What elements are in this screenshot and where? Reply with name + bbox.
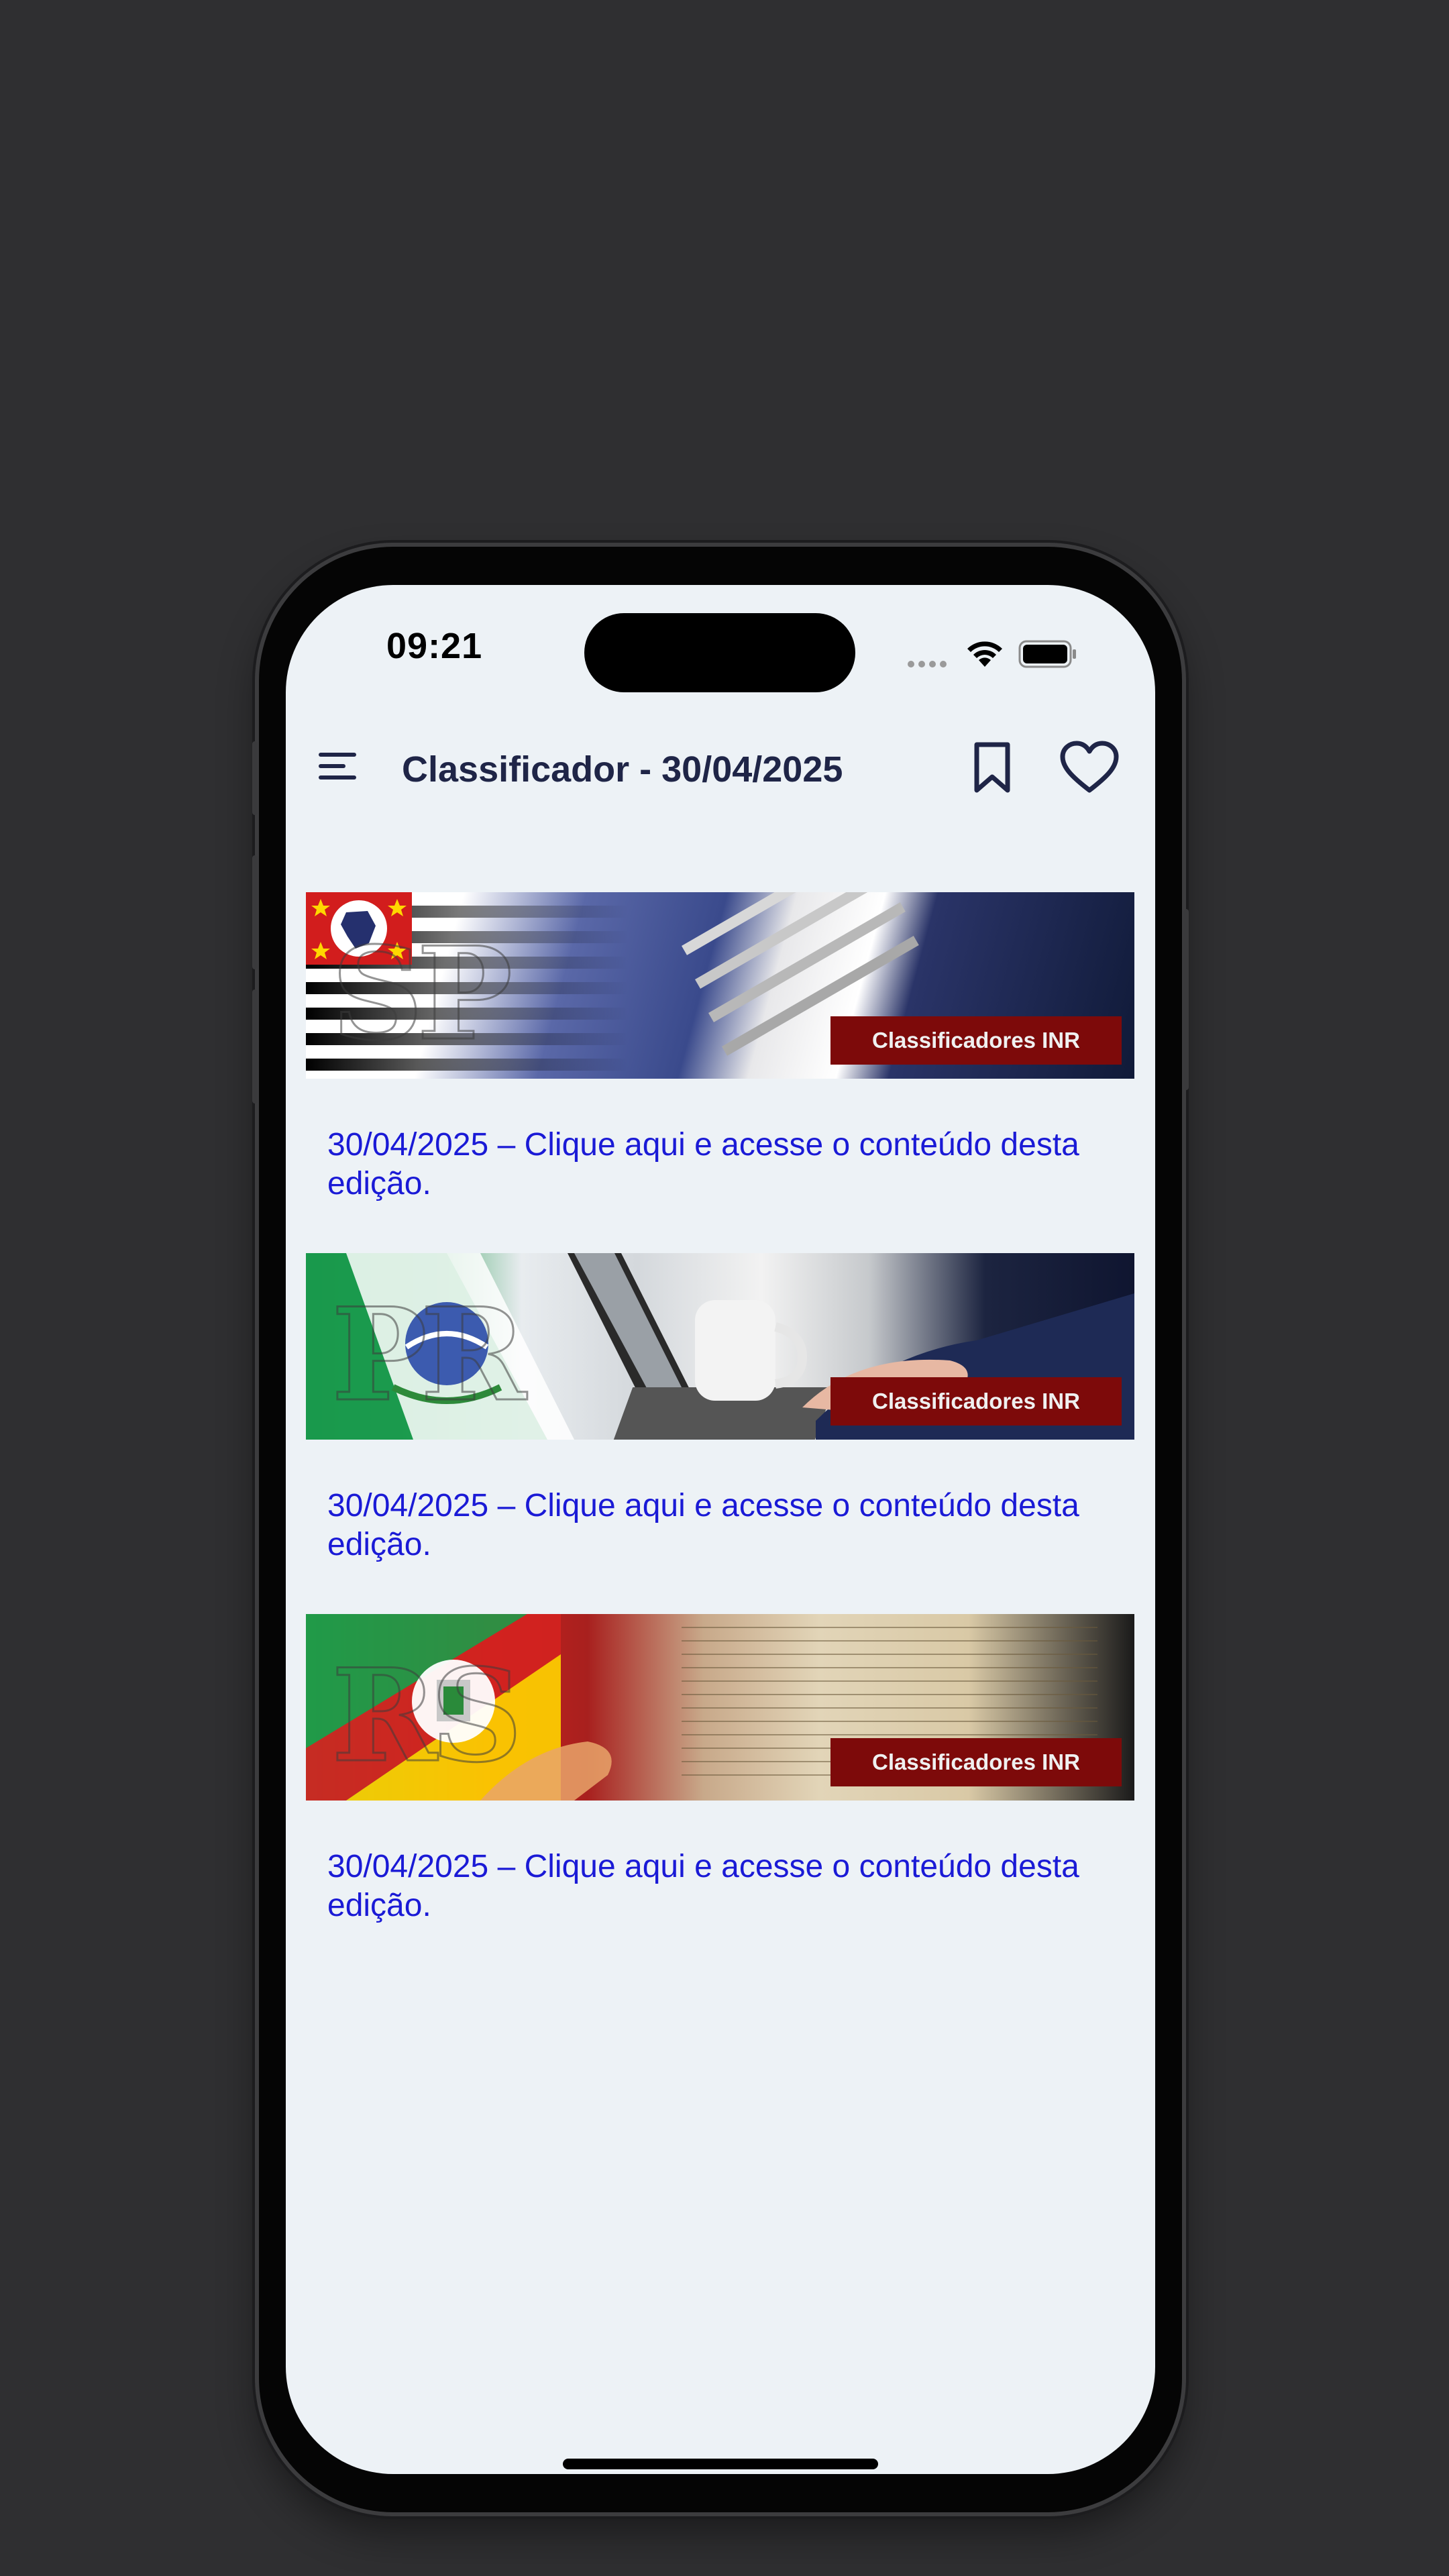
bookmark-button[interactable] [969,741,1016,794]
feed-card-rs: RS Classificadores INR 30/04/2025 – Cliq… [306,1614,1134,1975]
home-indicator[interactable] [563,2459,878,2469]
action-button [252,741,258,815]
favorite-button[interactable] [1059,739,1120,796]
edition-link[interactable]: 30/04/2025 – Clique aqui e acesse o cont… [306,1079,1134,1253]
wifi-icon [967,641,1002,667]
power-button [1183,909,1189,1090]
banner-image-pr[interactable]: PR Classificadores INR [306,1253,1134,1440]
edition-link[interactable]: 30/04/2025 – Clique aqui e acesse o cont… [306,1440,1134,1614]
heart-icon [1060,741,1119,793]
volume-up-button [252,855,258,969]
banner-state-letters: PR [331,1279,528,1431]
volume-down-button [252,989,258,1104]
battery-icon [1018,640,1076,668]
phone-frame: 09:21 Classificador - 30/04/2025 SP Clas… [252,547,1189,2512]
menu-icon [319,753,356,780]
menu-button[interactable] [316,746,359,786]
status-time: 09:21 [386,626,483,666]
app-bar: Classificador - 30/04/2025 [286,726,1155,806]
banner-image-rs[interactable]: RS Classificadores INR [306,1614,1134,1801]
banner-tag: Classificadores INR [830,1738,1122,1786]
dynamic-island [584,613,855,692]
banner-state-letters: SP [330,918,513,1070]
edition-link[interactable]: 30/04/2025 – Clique aqui e acesse o cont… [306,1801,1134,1975]
cellular-signal-icon [908,659,951,671]
banner-tag: Classificadores INR [830,1016,1122,1065]
feed-card-pr: PR Classificadores INR 30/04/2025 – Cliq… [306,1253,1134,1614]
page-title: Classificador - 30/04/2025 [402,749,843,790]
banner-tag: Classificadores INR [830,1377,1122,1426]
bookmark-icon [974,742,1010,793]
classifier-feed: SP Classificadores INR 30/04/2025 – Cliq… [306,892,1134,1975]
feed-card-sp: SP Classificadores INR 30/04/2025 – Cliq… [306,892,1134,1253]
banner-image-sp[interactable]: SP Classificadores INR [306,892,1134,1079]
screen: 09:21 Classificador - 30/04/2025 SP Clas… [286,585,1155,2474]
banner-state-letters: RS [330,1640,523,1792]
